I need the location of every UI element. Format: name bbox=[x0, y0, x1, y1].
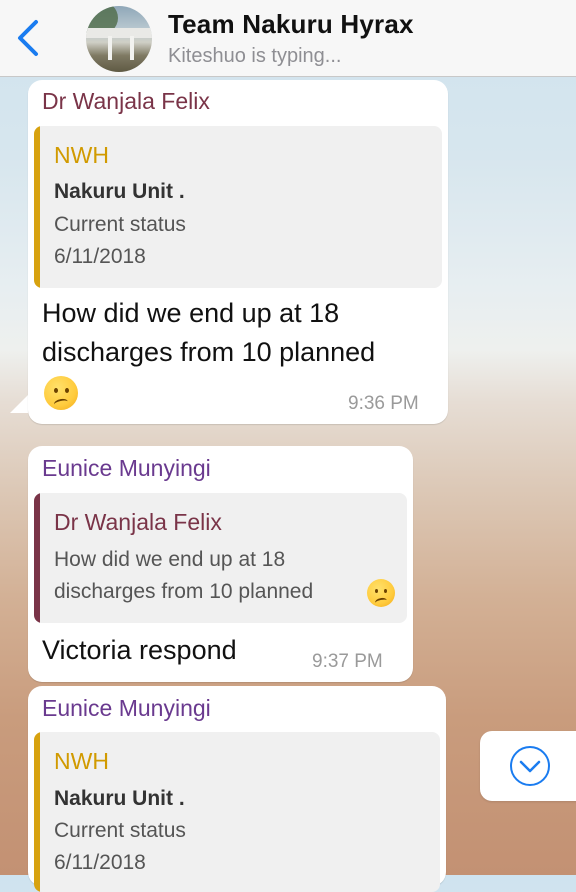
quote-line: 6/11/2018 bbox=[54, 851, 146, 874]
chat-header: Team Nakuru Hyrax Kiteshuo is typing... bbox=[0, 0, 576, 77]
message-time: 9:36 PM bbox=[348, 393, 419, 414]
quoted-message[interactable]: NWH Nakuru Unit . Current status 6/11/20… bbox=[34, 126, 442, 288]
chevron-left-icon bbox=[18, 20, 38, 56]
message-text: Victoria respond bbox=[42, 635, 237, 665]
quote-line: Current status bbox=[54, 213, 186, 236]
message-bubble[interactable]: Eunice Munyingi Dr Wanjala Felix How did… bbox=[28, 446, 413, 682]
message-text-line: How did we end up at 18 bbox=[42, 298, 340, 328]
quote-title: Dr Wanjala Felix bbox=[54, 509, 222, 535]
message-bubble[interactable]: Dr Wanjala Felix NWH Nakuru Unit . Curre… bbox=[28, 80, 448, 424]
back-button[interactable] bbox=[12, 18, 44, 58]
sender-name[interactable]: Dr Wanjala Felix bbox=[42, 88, 210, 115]
quote-line: Current status bbox=[54, 819, 186, 842]
quote-title: NWH bbox=[54, 748, 109, 774]
scroll-to-bottom-button[interactable] bbox=[480, 731, 576, 801]
typing-status: Kiteshuo is typing... bbox=[168, 45, 342, 67]
bubble-tail bbox=[10, 395, 28, 413]
quote-line: Nakuru Unit . bbox=[54, 787, 185, 810]
message-time: 9:37 PM bbox=[312, 651, 383, 672]
quote-line: 6/11/2018 bbox=[54, 245, 146, 268]
confused-face-icon bbox=[44, 376, 78, 410]
quoted-message[interactable]: Dr Wanjala Felix How did we end up at 18… bbox=[34, 493, 407, 623]
quote-bar bbox=[34, 732, 40, 892]
chevron-down-circle-icon bbox=[510, 746, 550, 786]
confused-face-icon bbox=[367, 579, 395, 607]
quoted-message[interactable]: NWH Nakuru Unit . Current status 6/11/20… bbox=[34, 732, 440, 892]
chat-title[interactable]: Team Nakuru Hyrax bbox=[168, 9, 414, 40]
quote-bar bbox=[34, 126, 40, 288]
message-bubble[interactable]: Eunice Munyingi NWH Nakuru Unit . Curren… bbox=[28, 686, 446, 892]
message-text-line: discharges from 10 planned bbox=[42, 337, 376, 367]
group-avatar[interactable] bbox=[86, 6, 152, 72]
quote-bar bbox=[34, 493, 40, 623]
sender-name[interactable]: Eunice Munyingi bbox=[42, 455, 211, 482]
sender-name[interactable]: Eunice Munyingi bbox=[42, 695, 211, 722]
quote-line: Nakuru Unit . bbox=[54, 180, 185, 203]
message-text: How did we end up at 18 discharges from … bbox=[42, 294, 375, 372]
quote-line: discharges from 10 planned bbox=[54, 580, 314, 603]
quote-title: NWH bbox=[54, 142, 109, 168]
quote-line: How did we end up at 18 bbox=[54, 548, 286, 571]
